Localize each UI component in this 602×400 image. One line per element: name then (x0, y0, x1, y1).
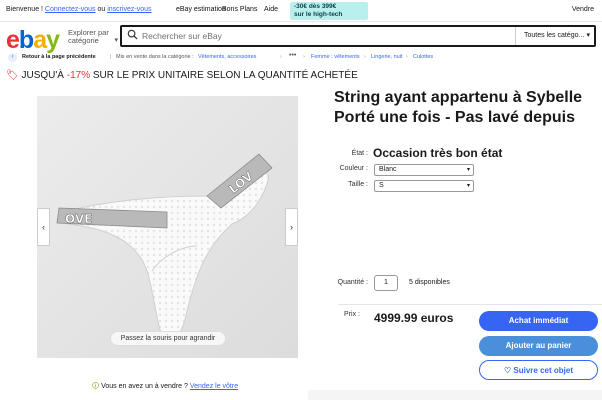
search-input[interactable] (142, 29, 512, 43)
more-icon[interactable]: ••• (289, 52, 296, 59)
promo-prefix: JUSQU'À (21, 70, 67, 81)
breadcrumb-separator: › (280, 54, 282, 60)
shop-by-category-button[interactable]: Explorer par catégorie ▾ (68, 28, 118, 45)
watch-label: Suivre cet objet (513, 366, 573, 375)
divider (338, 304, 602, 305)
promo-line-1: -30€ dès 399€ (294, 3, 337, 10)
search-bar: Toutes les catégo... ▾ (120, 25, 596, 47)
thong-photo: OVE LOV (37, 96, 298, 358)
price-value: 4999.99 euros (374, 311, 454, 325)
zoom-hint: Passez la souris pour agrandir (110, 331, 226, 346)
chevron-down-icon: ▾ (466, 167, 470, 173)
breadcrumb-item[interactable]: Vêtements, accessoires (198, 54, 256, 60)
breadcrumb-item[interactable]: Femme : vêtements (311, 54, 360, 60)
category-select[interactable]: Toutes les catégo... ▾ (515, 27, 594, 45)
band-text-left: OVE (65, 212, 92, 226)
quantity-label: Quantité : (337, 279, 368, 286)
price-label: Prix : (344, 311, 360, 318)
greeting: Bienvenue ! Connectez-vous ou inscrivez-… (6, 6, 152, 13)
sell-question: Vous en avez un à vendre ? (101, 383, 188, 390)
chevron-down-icon: ▾ (466, 183, 470, 189)
back-link[interactable]: Retour à la page précédente (22, 54, 96, 60)
shop-by-label: Explorer par catégorie (68, 28, 109, 45)
back-arrow-icon[interactable]: ‹ (8, 53, 17, 62)
heart-icon: ♡ (504, 366, 512, 375)
promo-percent: -17% (66, 70, 91, 81)
color-select[interactable]: Blanc ▾ (374, 164, 474, 176)
breadcrumb-item[interactable]: Lingerie, nuit (371, 54, 403, 60)
breadcrumb-separator: › (303, 54, 305, 60)
login-link[interactable]: Connectez-vous (45, 6, 96, 13)
logo-letter: e (6, 26, 20, 54)
logo-letter: b (18, 26, 34, 54)
bottom-panel (308, 390, 602, 400)
color-label: Couleur : (339, 165, 368, 172)
help-link[interactable]: Aide (264, 6, 278, 13)
tag-icon: 🏷 (6, 70, 19, 81)
deals-link[interactable]: Bons Plans (222, 6, 257, 13)
top-bar: Bienvenue ! Connectez-vous ou inscrivez-… (0, 0, 602, 22)
sell-yours-link[interactable]: Vendez le vôtre (190, 383, 238, 390)
item-title: String ayant appartenu à Sybelle Porté u… (334, 89, 583, 126)
color-select-value: Blanc (379, 166, 397, 173)
greeting-text: Bienvenue ! (6, 6, 45, 13)
quantity-input[interactable]: 1 (374, 275, 398, 291)
logo-letter: a (33, 26, 47, 54)
chevron-down-icon: ▾ (114, 37, 118, 44)
sell-link[interactable]: Vendre (572, 6, 594, 13)
category-select-value: Toutes les catégo... (524, 32, 585, 39)
condition-label: État : (351, 150, 368, 157)
condition-value: Occasion très bon état (373, 146, 503, 160)
breadcrumb-separator: › (364, 54, 366, 60)
promo-line-2: sur le high-tech (294, 11, 343, 18)
size-select[interactable]: S ▾ (374, 180, 474, 192)
breadcrumb-item[interactable]: Culottes (413, 54, 433, 60)
divider: | (110, 54, 112, 60)
next-image-button[interactable]: › (285, 208, 298, 246)
listed-in-label: Mis en vente dans la catégorie : (116, 54, 194, 60)
breadcrumb: ‹ Retour à la page précédente | Mis en v… (0, 51, 602, 64)
promo-suffix: SUR LE PRIX UNITAIRE SELON LA QUANTITÉ A… (90, 70, 358, 81)
buy-now-button[interactable]: Achat immédiat (479, 311, 598, 331)
breadcrumb-separator: › (406, 54, 408, 60)
chevron-down-icon: ▾ (586, 32, 590, 39)
sell-prompt: 🛈 Vous en avez un à vendre ? Vendez le v… (92, 382, 238, 393)
previous-image-button[interactable]: ‹ (37, 208, 50, 246)
available-count: 5 disponibles (409, 279, 450, 286)
register-link[interactable]: inscrivez-vous (107, 6, 151, 13)
search-icon (127, 29, 138, 40)
promo-banner-small[interactable]: -30€ dès 399€ sur le high-tech (290, 2, 368, 20)
product-image[interactable]: OVE LOV (37, 96, 298, 358)
add-to-cart-button[interactable]: Ajouter au panier (479, 336, 598, 356)
or-text: ou (95, 6, 108, 13)
watch-button[interactable]: ♡ Suivre cet objet (479, 360, 598, 380)
ebay-estimation-link[interactable]: eBay estimation (176, 6, 226, 13)
logo-letter: y (46, 26, 60, 54)
size-label: Taille : (348, 181, 368, 188)
rhinestone-band-left: OVE (56, 207, 168, 229)
quantity-discount-banner: 🏷 JUSQU'À -17% SUR LE PRIX UNITAIRE SELO… (6, 70, 358, 81)
size-select-value: S (379, 182, 384, 189)
bulb-icon: 🛈 (92, 383, 100, 390)
